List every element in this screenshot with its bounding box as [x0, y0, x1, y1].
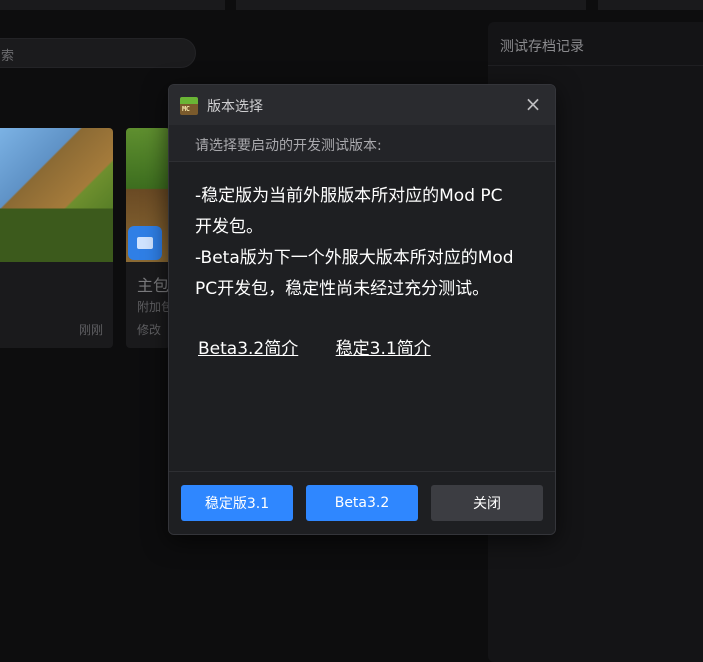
dialog-description: -稳定版为当前外服版本所对应的Mod PC 开发包。 -Beta版为下一个外服大… — [195, 181, 535, 305]
beta-version-button[interactable]: Beta3.2 — [306, 485, 418, 521]
project-card[interactable]: 刚刚 — [0, 128, 113, 348]
dialog-footer: 稳定版3.1 Beta3.2 关闭 — [169, 471, 555, 534]
close-button[interactable]: 关闭 — [431, 485, 543, 521]
project-edit-link[interactable]: 修改 — [137, 321, 161, 338]
description-line: 开发包。 — [195, 217, 263, 237]
project-title: 主包 — [137, 276, 170, 295]
project-card[interactable]: 主包 附加包 修改 — [126, 128, 170, 348]
intro-links: Beta3.2简介 稳定3.1简介 — [198, 334, 431, 359]
minecraft-grass-block-icon: MC — [180, 97, 198, 115]
test-save-panel-title: 测试存档记录 — [488, 22, 703, 66]
top-bar-segment-left — [0, 0, 225, 10]
stable-version-button[interactable]: 稳定版3.1 — [181, 485, 293, 521]
stable-intro-link[interactable]: 稳定3.1简介 — [336, 334, 431, 359]
close-icon[interactable]: × — [522, 93, 544, 115]
beta-intro-link[interactable]: Beta3.2简介 — [198, 334, 298, 359]
version-select-dialog: MC 版本选择 × 请选择要启动的开发测试版本: -稳定版为当前外服版本所对应的… — [168, 84, 556, 535]
description-line: -稳定版为当前外服版本所对应的Mod PC — [195, 186, 503, 206]
top-bar-segment-mid — [236, 0, 586, 10]
project-time: 刚刚 — [78, 323, 103, 337]
project-subtitle: 附加包 — [137, 300, 170, 314]
search-placeholder: 索 — [1, 49, 15, 64]
project-type-icon — [128, 226, 162, 260]
top-bar-segment-right — [598, 0, 703, 10]
mc-icon-text: MC — [182, 105, 190, 113]
project-thumbnail — [0, 128, 113, 262]
description-line: PC开发包，稳定性尚未经过充分测试。 — [195, 279, 490, 299]
dialog-title: 版本选择 — [207, 99, 263, 115]
dialog-subtitle-bar: 请选择要启动的开发测试版本: — [169, 125, 555, 162]
dialog-subtitle: 请选择要启动的开发测试版本: — [195, 138, 382, 154]
search-input[interactable]: 索 — [0, 38, 196, 68]
description-line: -Beta版为下一个外服大版本所对应的Mod — [195, 248, 514, 268]
dialog-title-bar: MC 版本选择 × — [169, 85, 555, 125]
